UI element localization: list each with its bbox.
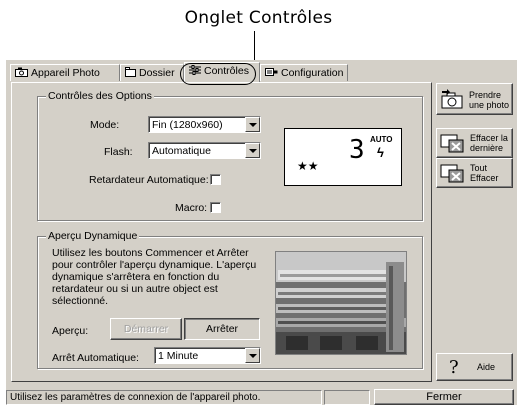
erase-last-label: Effacer la dernière <box>470 133 508 153</box>
stop-preview-button[interactable]: Arrêter <box>184 318 260 340</box>
controls-panel: Contrôles des Options Mode: Fin (1280x96… <box>11 82 432 382</box>
mode-select[interactable]: Fin (1280x960) <box>148 116 261 133</box>
lcd-quality-stars: ★★ <box>297 159 319 173</box>
mode-value: Fin (1280x960) <box>152 119 223 131</box>
tab-label: Configuration <box>281 67 344 79</box>
macro-checkbox[interactable] <box>210 202 221 213</box>
configuration-icon <box>265 67 278 80</box>
flash-value: Automatique <box>152 145 211 157</box>
tab-label: Contrôles <box>204 65 249 77</box>
preview-group-title: Aperçu Dynamique <box>46 230 140 242</box>
camera-icon <box>15 67 28 80</box>
chevron-down-icon[interactable] <box>245 348 260 363</box>
sliders-icon <box>189 65 201 78</box>
chevron-down-icon[interactable] <box>245 117 260 132</box>
auto-stop-value: 1 Minute <box>158 350 199 362</box>
mode-label: Mode: <box>90 119 120 131</box>
flash-icon: ϟ <box>377 145 384 160</box>
lcd-mode: AUTO <box>370 135 393 144</box>
auto-stop-select[interactable]: 1 Minute <box>154 347 261 364</box>
close-button[interactable]: Fermer <box>374 389 514 405</box>
take-photo-label: Prendre une photo <box>469 90 510 110</box>
flash-select[interactable]: Automatique <box>148 142 261 159</box>
tab-configuration[interactable]: Configuration <box>260 64 348 81</box>
tab-label: Appareil Photo <box>31 67 100 79</box>
macro-label: Macro: <box>175 202 208 214</box>
tab-dossier[interactable]: Dossier <box>120 64 184 81</box>
apercu-label: Aperçu: <box>52 325 89 337</box>
timer-checkbox[interactable] <box>210 174 221 185</box>
lcd-shot-count: 3 <box>349 135 365 165</box>
building-photo <box>276 252 406 354</box>
timer-label: Retardateur Automatique: <box>89 174 209 186</box>
erase-last-button[interactable]: Effacer la dernière <box>436 128 513 158</box>
live-preview-frame <box>275 251 407 355</box>
help-button[interactable]: ? Aide <box>436 353 513 381</box>
help-icon: ? <box>449 357 459 378</box>
tab-label: Dossier <box>139 67 175 79</box>
status-message: Utilisez les paramètres de connexion de … <box>6 390 322 405</box>
callout-label: Onglet Contrôles <box>184 8 333 28</box>
start-preview-button[interactable]: Démarrer <box>110 318 182 340</box>
erase-all-label: Tout Effacer <box>470 163 499 183</box>
tab-strip: Appareil Photo Dossier Contrôles Configu… <box>6 62 517 82</box>
flash-label: Flash: <box>104 146 133 158</box>
help-label: Aide <box>477 362 496 372</box>
camera-icon <box>440 88 464 113</box>
preview-description: Utilisez les boutons Commencer et Arrête… <box>52 247 257 307</box>
folder-icon <box>125 67 136 80</box>
tab-appareil-photo[interactable]: Appareil Photo <box>10 64 120 81</box>
callout-pointer-line <box>254 31 255 61</box>
chevron-down-icon[interactable] <box>245 143 260 158</box>
erase-all-icon <box>440 162 466 187</box>
erase-all-button[interactable]: Tout Effacer <box>436 158 513 188</box>
erase-icon <box>440 132 466 157</box>
auto-stop-label: Arrêt Automatique: <box>52 352 139 364</box>
take-photo-button[interactable]: Prendre une photo <box>436 83 513 115</box>
camera-lcd-display: 3 AUTO ϟ ★★ <box>284 128 402 186</box>
status-pane <box>324 390 370 405</box>
options-group-title: Contrôles des Options <box>46 90 154 102</box>
tab-controles[interactable]: Contrôles <box>184 62 260 82</box>
